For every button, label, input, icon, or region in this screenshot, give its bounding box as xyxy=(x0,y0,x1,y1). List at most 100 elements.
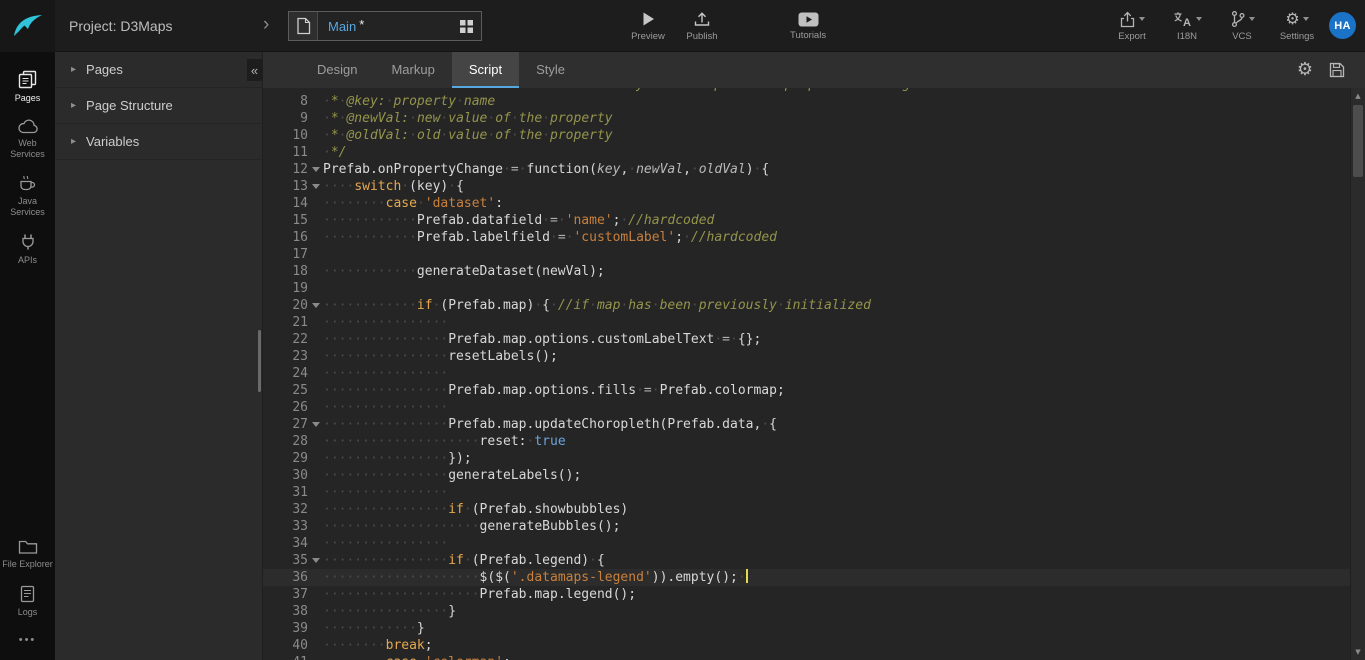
scrollbar-thumb[interactable] xyxy=(1353,105,1363,177)
code-line[interactable]: 31················ xyxy=(263,484,1365,501)
i18n-button[interactable]: AI18N xyxy=(1167,10,1207,42)
code-line[interactable]: 14········case·'dataset': xyxy=(263,195,1365,212)
line-number[interactable]: 16 xyxy=(263,229,308,246)
rail-item-java-services[interactable]: Java Services xyxy=(0,167,57,226)
fold-arrow-icon[interactable] xyxy=(308,161,323,178)
tab-script[interactable]: Script xyxy=(452,52,519,88)
line-number[interactable]: 21 xyxy=(263,314,308,331)
code-line[interactable]: 38················} xyxy=(263,603,1365,620)
collapse-panel-button[interactable]: « xyxy=(247,59,262,81)
line-number[interactable]: 28 xyxy=(263,433,308,450)
tutorials-button[interactable]: Tutorials xyxy=(790,0,826,52)
line-number[interactable]: 15 xyxy=(263,212,308,229)
code-line[interactable]: 9·*·@newVal:·new·value·of·the·property xyxy=(263,110,1365,127)
tab-design[interactable]: Design xyxy=(300,52,374,88)
line-number[interactable]: 14 xyxy=(263,195,308,212)
code-line[interactable]: 18············generateDataset(newVal); xyxy=(263,263,1365,280)
panel-row-pages[interactable]: ▸Pages« xyxy=(55,52,262,88)
rail-item-web-services[interactable]: Web Services xyxy=(0,112,57,168)
code-line[interactable]: 17 xyxy=(263,246,1365,263)
code-line[interactable]: 22················Prefab.map.options.cus… xyxy=(263,331,1365,348)
publish-button[interactable]: Publish xyxy=(682,10,722,42)
fold-arrow-icon[interactable] xyxy=(308,297,323,314)
line-number[interactable]: 41 xyxy=(263,654,308,660)
preview-button[interactable]: Preview xyxy=(628,10,668,42)
code-line[interactable]: 10·*·@oldVal:·old·value·of·the·property xyxy=(263,127,1365,144)
code-line[interactable]: 8·*·@key:·property·name xyxy=(263,93,1365,110)
line-number[interactable]: 26 xyxy=(263,399,308,416)
line-number[interactable]: 24 xyxy=(263,365,308,382)
save-icon[interactable] xyxy=(1329,62,1345,78)
export-button[interactable]: Export xyxy=(1112,10,1152,42)
panel-row-page-structure[interactable]: ▸Page Structure xyxy=(55,88,262,124)
code-line[interactable]: 37····················Prefab.map.legend(… xyxy=(263,586,1365,603)
line-number[interactable]: 37 xyxy=(263,586,308,603)
line-number[interactable]: 34 xyxy=(263,535,308,552)
code-line[interactable]: 11·*/ xyxy=(263,144,1365,161)
line-number[interactable]: 30 xyxy=(263,467,308,484)
line-number[interactable]: 20 xyxy=(263,297,308,314)
line-number[interactable]: 31 xyxy=(263,484,308,501)
code-line[interactable]: 40········break; xyxy=(263,637,1365,654)
code-line[interactable]: 34················ xyxy=(263,535,1365,552)
line-number[interactable]: 36 xyxy=(263,569,308,586)
line-number[interactable]: 39 xyxy=(263,620,308,637)
line-number[interactable]: 32 xyxy=(263,501,308,518)
more-menu-button[interactable]: ••• xyxy=(19,626,37,660)
code-line[interactable]: 39············} xyxy=(263,620,1365,637)
line-number[interactable]: 40 xyxy=(263,637,308,654)
code-line[interactable]: 30················generateLabels(); xyxy=(263,467,1365,484)
line-number[interactable]: 33 xyxy=(263,518,308,535)
code-line[interactable]: 12Prefab.onPropertyChange·=·function(key… xyxy=(263,161,1365,178)
line-number[interactable]: 35 xyxy=(263,552,308,569)
line-number[interactable]: 18 xyxy=(263,263,308,280)
line-number[interactable]: 19 xyxy=(263,280,308,297)
code-line[interactable]: 23················resetLabels(); xyxy=(263,348,1365,365)
line-number[interactable]: 17 xyxy=(263,246,308,263)
line-number[interactable]: 22 xyxy=(263,331,308,348)
fold-arrow-icon[interactable] xyxy=(308,552,323,569)
code-line[interactable]: 13····switch·(key)·{ xyxy=(263,178,1365,195)
code-line[interactable]: 20············if·(Prefab.map)·{·//if·map… xyxy=(263,297,1365,314)
code-line[interactable]: 19 xyxy=(263,280,1365,297)
line-number[interactable]: 12 xyxy=(263,161,308,178)
line-number[interactable]: 29 xyxy=(263,450,308,467)
code-line[interactable]: 21················ xyxy=(263,314,1365,331)
tab-markup[interactable]: Markup xyxy=(374,52,451,88)
rail-item-pages[interactable]: Pages xyxy=(0,63,57,112)
code-line[interactable]: 28····················reset:·true xyxy=(263,433,1365,450)
line-number[interactable]: 13 xyxy=(263,178,308,195)
code-line[interactable]: 33····················generateBubbles(); xyxy=(263,518,1365,535)
line-number[interactable]: 25 xyxy=(263,382,308,399)
rail-item-logs[interactable]: Logs xyxy=(0,578,57,626)
code-line[interactable]: 25················Prefab.map.options.fil… xyxy=(263,382,1365,399)
line-number[interactable]: 23 xyxy=(263,348,308,365)
scroll-down-arrow-icon[interactable]: ▼ xyxy=(1351,645,1365,659)
user-avatar[interactable]: HA xyxy=(1329,12,1356,39)
panel-scrollbar[interactable] xyxy=(258,330,261,392)
script-settings-gear-icon[interactable]: ⚙ xyxy=(1297,61,1313,79)
code-line[interactable]: 15············Prefab.datafield·=·'name';… xyxy=(263,212,1365,229)
rail-item-apis[interactable]: APIs xyxy=(0,226,57,274)
vcs-button[interactable]: VCS xyxy=(1222,10,1262,42)
code-line[interactable]: 24················ xyxy=(263,365,1365,382)
code-line[interactable]: 27················Prefab.map.updateChoro… xyxy=(263,416,1365,433)
settings-button[interactable]: ⚙Settings xyxy=(1277,10,1317,42)
code-line[interactable]: 35················if·(Prefab.legend)·{ xyxy=(263,552,1365,569)
wavemaker-logo[interactable] xyxy=(0,0,55,52)
line-number[interactable]: 10 xyxy=(263,127,308,144)
line-number[interactable]: 9 xyxy=(263,110,308,127)
active-page-button[interactable]: Main * xyxy=(288,11,482,41)
code-line[interactable]: 29················}); xyxy=(263,450,1365,467)
code-line[interactable]: 26················ xyxy=(263,399,1365,416)
panel-row-variables[interactable]: ▸Variables xyxy=(55,124,262,160)
code-line[interactable]: 16············Prefab.labelfield·=·'custo… xyxy=(263,229,1365,246)
code-line[interactable]: 32················if·(Prefab.showbubbles… xyxy=(263,501,1365,518)
line-number[interactable]: 11 xyxy=(263,144,308,161)
line-number[interactable]: 38 xyxy=(263,603,308,620)
tab-style[interactable]: Style xyxy=(519,52,582,88)
page-switcher-grid-icon[interactable] xyxy=(460,20,473,33)
rail-item-file-explorer[interactable]: File Explorer xyxy=(0,532,57,578)
code-line[interactable]: 41········case·'colormap': xyxy=(263,654,1365,660)
code-line[interactable]: 36····················$($('.datamaps-leg… xyxy=(263,569,1365,586)
